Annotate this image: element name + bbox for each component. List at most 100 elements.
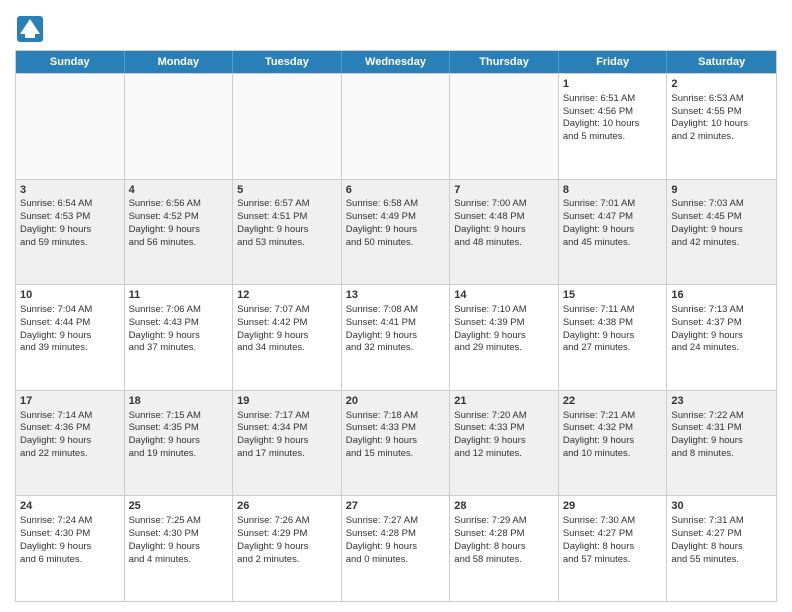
calendar-cell: 17Sunrise: 7:14 AMSunset: 4:36 PMDayligh… — [16, 391, 125, 496]
logo — [15, 14, 49, 44]
day-info-line: Daylight: 9 hours — [20, 541, 120, 554]
calendar-cell — [342, 74, 451, 179]
day-info-line: and 59 minutes. — [20, 237, 120, 250]
day-number: 10 — [20, 288, 120, 303]
header — [15, 10, 777, 44]
day-info-line: Sunset: 4:52 PM — [129, 211, 229, 224]
day-info-line: Daylight: 9 hours — [671, 224, 772, 237]
day-info-line: and 42 minutes. — [671, 237, 772, 250]
calendar-cell: 24Sunrise: 7:24 AMSunset: 4:30 PMDayligh… — [16, 496, 125, 601]
calendar-cell: 3Sunrise: 6:54 AMSunset: 4:53 PMDaylight… — [16, 180, 125, 285]
calendar-cell: 9Sunrise: 7:03 AMSunset: 4:45 PMDaylight… — [667, 180, 776, 285]
day-info-line: Sunset: 4:33 PM — [346, 422, 446, 435]
day-info-line: Sunset: 4:29 PM — [237, 528, 337, 541]
day-info-line: and 15 minutes. — [346, 448, 446, 461]
day-info-line: Sunset: 4:36 PM — [20, 422, 120, 435]
day-info-line: Daylight: 9 hours — [129, 541, 229, 554]
weekday-header: Thursday — [450, 51, 559, 73]
day-info-line: and 0 minutes. — [346, 554, 446, 567]
day-info-line: Sunrise: 7:10 AM — [454, 304, 554, 317]
day-info-line: Sunset: 4:56 PM — [563, 106, 663, 119]
day-info-line: Daylight: 9 hours — [20, 330, 120, 343]
weekday-header: Tuesday — [233, 51, 342, 73]
day-info-line: Sunset: 4:55 PM — [671, 106, 772, 119]
logo-icon — [15, 14, 45, 44]
calendar-cell: 12Sunrise: 7:07 AMSunset: 4:42 PMDayligh… — [233, 285, 342, 390]
day-info-line: Sunrise: 7:08 AM — [346, 304, 446, 317]
day-info-line: Daylight: 9 hours — [346, 330, 446, 343]
day-info-line: Sunrise: 7:04 AM — [20, 304, 120, 317]
calendar-cell: 16Sunrise: 7:13 AMSunset: 4:37 PMDayligh… — [667, 285, 776, 390]
day-info-line: and 4 minutes. — [129, 554, 229, 567]
day-info-line: Daylight: 9 hours — [237, 224, 337, 237]
calendar-cell: 22Sunrise: 7:21 AMSunset: 4:32 PMDayligh… — [559, 391, 668, 496]
day-info-line: and 57 minutes. — [563, 554, 663, 567]
page: SundayMondayTuesdayWednesdayThursdayFrid… — [0, 0, 792, 612]
day-info-line: and 29 minutes. — [454, 342, 554, 355]
calendar-cell: 30Sunrise: 7:31 AMSunset: 4:27 PMDayligh… — [667, 496, 776, 601]
day-info-line: Daylight: 9 hours — [563, 435, 663, 448]
day-info-line: and 55 minutes. — [671, 554, 772, 567]
day-number: 11 — [129, 288, 229, 303]
day-info-line: Sunrise: 7:21 AM — [563, 410, 663, 423]
day-number: 29 — [563, 499, 663, 514]
calendar-cell: 18Sunrise: 7:15 AMSunset: 4:35 PMDayligh… — [125, 391, 234, 496]
day-info-line: and 19 minutes. — [129, 448, 229, 461]
day-info-line: Sunset: 4:47 PM — [563, 211, 663, 224]
day-info-line: Sunset: 4:41 PM — [346, 317, 446, 330]
day-info-line: and 5 minutes. — [563, 131, 663, 144]
day-info-line: Daylight: 9 hours — [454, 330, 554, 343]
day-number: 25 — [129, 499, 229, 514]
day-info-line: Sunset: 4:37 PM — [671, 317, 772, 330]
day-number: 2 — [671, 77, 772, 92]
day-info-line: Sunrise: 7:20 AM — [454, 410, 554, 423]
calendar-header: SundayMondayTuesdayWednesdayThursdayFrid… — [16, 51, 776, 73]
day-info-line: and 10 minutes. — [563, 448, 663, 461]
day-info-line: and 37 minutes. — [129, 342, 229, 355]
day-info-line: Sunset: 4:27 PM — [671, 528, 772, 541]
day-number: 18 — [129, 394, 229, 409]
day-number: 9 — [671, 183, 772, 198]
calendar-cell: 14Sunrise: 7:10 AMSunset: 4:39 PMDayligh… — [450, 285, 559, 390]
calendar-body: 1Sunrise: 6:51 AMSunset: 4:56 PMDaylight… — [16, 73, 776, 601]
weekday-header: Sunday — [16, 51, 125, 73]
day-number: 23 — [671, 394, 772, 409]
day-info-line: Sunrise: 6:54 AM — [20, 198, 120, 211]
day-info-line: Sunrise: 7:24 AM — [20, 515, 120, 528]
day-info-line: and 22 minutes. — [20, 448, 120, 461]
day-info-line: Sunrise: 7:17 AM — [237, 410, 337, 423]
calendar-row: 17Sunrise: 7:14 AMSunset: 4:36 PMDayligh… — [16, 390, 776, 496]
day-info-line: Sunset: 4:42 PM — [237, 317, 337, 330]
day-info-line: Sunset: 4:53 PM — [20, 211, 120, 224]
day-info-line: and 39 minutes. — [20, 342, 120, 355]
day-number: 12 — [237, 288, 337, 303]
weekday-header: Monday — [125, 51, 234, 73]
calendar-cell: 23Sunrise: 7:22 AMSunset: 4:31 PMDayligh… — [667, 391, 776, 496]
day-number: 16 — [671, 288, 772, 303]
day-info-line: Sunset: 4:35 PM — [129, 422, 229, 435]
day-info-line: Sunset: 4:49 PM — [346, 211, 446, 224]
day-info-line: Sunrise: 7:06 AM — [129, 304, 229, 317]
day-info-line: Sunset: 4:28 PM — [454, 528, 554, 541]
day-info-line: Sunrise: 7:26 AM — [237, 515, 337, 528]
day-info-line: Daylight: 8 hours — [563, 541, 663, 554]
day-info-line: and 27 minutes. — [563, 342, 663, 355]
calendar-cell: 28Sunrise: 7:29 AMSunset: 4:28 PMDayligh… — [450, 496, 559, 601]
day-info-line: and 12 minutes. — [454, 448, 554, 461]
day-info-line: Daylight: 9 hours — [346, 541, 446, 554]
calendar-cell: 11Sunrise: 7:06 AMSunset: 4:43 PMDayligh… — [125, 285, 234, 390]
day-info-line: Daylight: 9 hours — [237, 541, 337, 554]
day-number: 22 — [563, 394, 663, 409]
calendar-cell: 15Sunrise: 7:11 AMSunset: 4:38 PMDayligh… — [559, 285, 668, 390]
weekday-header: Saturday — [667, 51, 776, 73]
day-info-line: Sunrise: 7:13 AM — [671, 304, 772, 317]
calendar-cell: 25Sunrise: 7:25 AMSunset: 4:30 PMDayligh… — [125, 496, 234, 601]
day-info-line: and 8 minutes. — [671, 448, 772, 461]
day-info-line: Daylight: 10 hours — [563, 118, 663, 131]
calendar-row: 1Sunrise: 6:51 AMSunset: 4:56 PMDaylight… — [16, 73, 776, 179]
day-number: 26 — [237, 499, 337, 514]
day-info-line: Sunset: 4:34 PM — [237, 422, 337, 435]
day-info-line: Daylight: 9 hours — [671, 435, 772, 448]
day-info-line: Sunset: 4:27 PM — [563, 528, 663, 541]
day-info-line: and 24 minutes. — [671, 342, 772, 355]
